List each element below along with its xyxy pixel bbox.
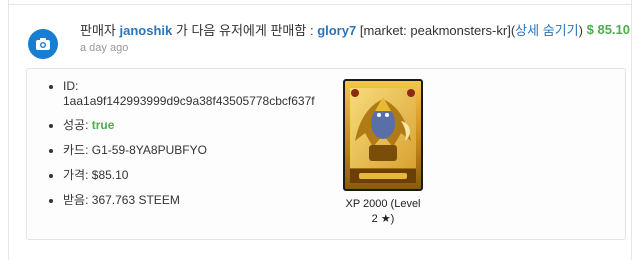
detail-received: 받음: 367.763 STEEM — [63, 193, 363, 208]
card-preview: XP 2000 (Level 2 ★) — [323, 79, 443, 227]
transaction-headline: 판매자 janoshik 가 다음 유저에게 판매함 : glory7 [mar… — [80, 22, 583, 39]
price-value: $85.10 — [91, 168, 129, 182]
details-list: ID: 1aa1a9f142993999d9c9a38f43505778cbcf… — [45, 79, 363, 218]
id-label: ID: — [63, 79, 79, 93]
card-caption: XP 2000 (Level 2 ★) — [323, 197, 443, 227]
id-value: 1aa1a9f142993999d9c9a38f43505778cbcf637f — [63, 94, 315, 108]
seller-prefix: 판매자 — [80, 23, 116, 38]
hide-details-link[interactable]: 상세 숨기기 — [515, 23, 578, 38]
detail-card: 카드: G1-59-8YA8PUBFYO — [63, 143, 363, 158]
card-label: 카드: — [63, 143, 89, 157]
cart-icon — [28, 29, 58, 59]
received-label: 받음: — [63, 193, 89, 207]
detail-price: 가격: $85.10 — [63, 168, 363, 183]
card-value: G1-59-8YA8PUBFYO — [91, 143, 207, 157]
received-value: 367.763 STEEM — [91, 193, 180, 207]
toggle-close-paren: ) — [578, 23, 583, 38]
detail-success: 성공: true — [63, 118, 363, 133]
timestamp: a day ago — [80, 42, 129, 54]
market-label: [market: peakmonsters-kr] — [359, 23, 511, 38]
transaction-row: 판매자 janoshik 가 다음 유저에게 판매함 : glory7 [mar… — [28, 22, 630, 62]
golden-dragon-card-image[interactable] — [343, 79, 423, 191]
details-panel: ID: 1aa1a9f142993999d9c9a38f43505778cbcf… — [26, 68, 626, 240]
success-label: 성공: — [63, 118, 89, 132]
price-label: 가격: — [63, 168, 89, 182]
success-value: true — [91, 118, 115, 132]
detail-id: ID: 1aa1a9f142993999d9c9a38f43505778cbcf… — [63, 79, 363, 109]
card-level-stars: 2 ★) — [371, 213, 395, 225]
amount: $ 85.10 — [586, 22, 630, 37]
divider — [9, 4, 631, 5]
seller-link[interactable]: janoshik — [120, 23, 173, 38]
headline-middle: 가 다음 유저에게 판매함 : — [175, 23, 314, 38]
buyer-link[interactable]: glory7 — [317, 23, 356, 38]
card-xp-level: XP 2000 (Level — [345, 198, 421, 210]
